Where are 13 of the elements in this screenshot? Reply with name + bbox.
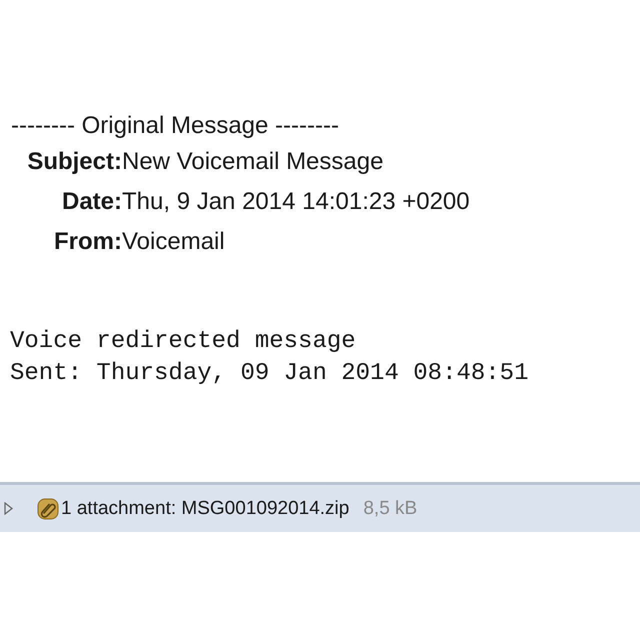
- paperclip-icon: [37, 498, 59, 520]
- header-value: Thu, 9 Jan 2014 14:01:23 +0200: [122, 187, 470, 217]
- header-value: Voicemail: [122, 227, 226, 257]
- header-label: Subject:: [27, 147, 122, 177]
- header-label: Date:: [62, 187, 122, 217]
- header-value: New Voicemail Message: [122, 147, 384, 177]
- expand-toggle-icon[interactable]: [4, 502, 13, 515]
- separator-line: -------- Original Message --------: [11, 111, 340, 141]
- attachment-size: 8,5 kB: [363, 498, 418, 520]
- message-line: Voice redirected message: [10, 327, 357, 357]
- header-label: From:: [54, 227, 122, 257]
- attachment-summary[interactable]: 1 attachment: MSG001092014.zip: [61, 498, 350, 520]
- message-line: Sent: Thursday, 09 Jan 2014 08:48:51: [10, 359, 530, 389]
